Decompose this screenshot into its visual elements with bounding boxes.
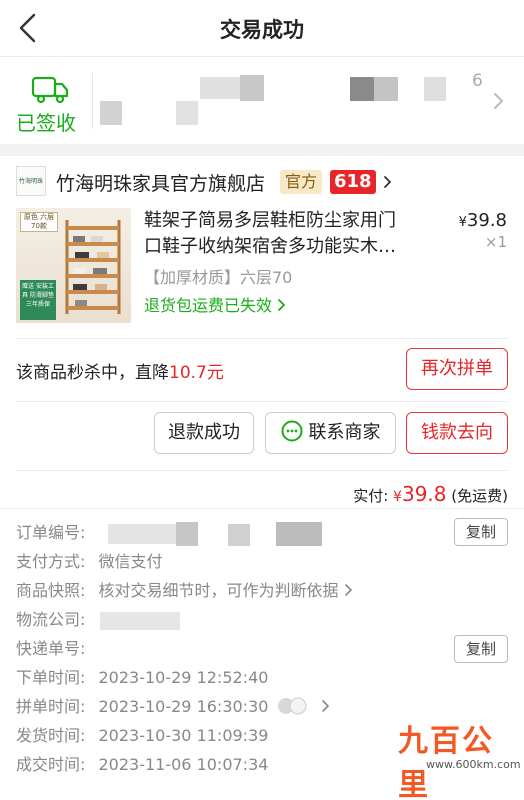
price-symbol: ¥ (458, 215, 467, 230)
tracking-digit: 6 (472, 71, 483, 91)
regroup-button[interactable]: 再次拼单 (406, 348, 508, 390)
group-time-row[interactable]: 拼单时间: 2023-10-29 16:30:30 (16, 695, 330, 719)
courier-label: 物流公司: (16, 610, 86, 629)
page-title: 交易成功 (220, 18, 304, 42)
shoe-rack-image (65, 220, 121, 314)
deal-time-row: 成交时间: 2023-11-06 10:07:34 (16, 753, 268, 777)
snapshot-value: 核对交易细节时，可作为判断依据 (98, 581, 339, 600)
snapshot-label: 商品快照: (16, 581, 86, 600)
ship-time-value: 2023-10-30 11:09:39 (98, 726, 269, 745)
paid-value: 39.8 (401, 482, 447, 506)
delivery-status: 已签收 (16, 111, 76, 135)
product-quantity: ×1 (484, 233, 507, 251)
redacted-block (424, 77, 446, 101)
deal-time-label: 成交时间: (16, 755, 86, 774)
redacted-block (374, 77, 398, 101)
chat-icon (281, 420, 302, 442)
copy-order-number-button[interactable]: 复制 (454, 518, 508, 546)
refund-success-button[interactable]: 退款成功 (154, 412, 254, 454)
redacted-order-number (276, 522, 322, 546)
flash-sale-amount: 10.7元 (169, 363, 224, 383)
divider (92, 73, 93, 129)
tracking-label: 快递单号: (16, 639, 86, 658)
price-value: 39.8 (466, 210, 507, 231)
redacted-courier (100, 612, 180, 630)
return-shipping-note[interactable]: 退货包运费已失效 (144, 292, 286, 316)
flash-sale-label: 该商品秒杀中，直降 (16, 363, 169, 383)
watermark-url: www.600km.com (426, 758, 521, 771)
thumb-gift-tag: 赠送 安装工具 防滑脚垫 三年质保 (20, 280, 56, 320)
product-price: ¥39.8 (459, 210, 507, 231)
group-time-value: 2023-10-29 16:30:30 (98, 697, 269, 716)
truck-icon (31, 76, 69, 104)
official-badge: 官方 (280, 170, 323, 194)
chevron-right-icon (344, 584, 352, 596)
chevron-right-icon (494, 93, 504, 109)
redacted-block (200, 77, 240, 99)
redacted-block (100, 101, 122, 125)
ship-time-label: 发货时间: (16, 726, 86, 745)
shop-header[interactable]: 竹海明珠 竹海明珠家具官方旗舰店 官方 618 (0, 164, 524, 200)
redacted-order-number (176, 522, 198, 546)
product-spec: 【加厚材质】六层70 (144, 268, 293, 287)
product-title-line1: 鞋架子简易多层鞋柜防尘家用门 (144, 210, 396, 231)
divider (0, 508, 524, 509)
shipping-note: (免运费) (451, 487, 508, 505)
group-time-label: 拼单时间: (16, 697, 86, 716)
chevron-right-icon (278, 299, 286, 311)
order-time-label: 下单时间: (16, 668, 86, 687)
redacted-order-number (228, 524, 250, 546)
chevron-right-icon (321, 700, 329, 712)
payment-method-row: 支付方式: 微信支付 (16, 550, 163, 574)
money-flow-button[interactable]: 钱款去向 (406, 412, 508, 454)
order-number-label: 订单编号: (16, 523, 86, 542)
thumb-tag: 原色 六层70款 (20, 212, 58, 232)
courier-row: 物流公司: (16, 608, 85, 632)
nav-bar: 交易成功 (0, 0, 524, 56)
promo-618-badge: 618 (330, 170, 376, 194)
order-card: 竹海明珠 竹海明珠家具官方旗舰店 官方 618 原色 六层70款 赠送 安装工具… (0, 156, 524, 800)
divider (16, 470, 508, 471)
paid-amount: 实付: ¥39.8 (免运费) (353, 482, 508, 506)
order-time-value: 2023-10-29 12:52:40 (98, 668, 269, 687)
divider (16, 338, 508, 339)
payment-method-label: 支付方式: (16, 552, 86, 571)
order-number-row: 订单编号: (16, 521, 85, 545)
tracking-row: 快递单号: (16, 637, 85, 661)
avatar-stack-icon (277, 697, 307, 715)
product-title-line2: 口鞋子收纳架宿舍多功能实木… (144, 236, 396, 257)
snapshot-row[interactable]: 商品快照: 核对交易细节时，可作为判断依据 (16, 579, 353, 603)
product-thumbnail[interactable]: 原色 六层70款 赠送 安装工具 防滑脚垫 三年质保 (16, 208, 131, 323)
paid-currency: ¥ (393, 489, 402, 505)
return-shipping-text: 退货包运费已失效 (144, 296, 273, 315)
paid-label: 实付: (353, 487, 389, 505)
redacted-block (240, 75, 264, 101)
order-time-row: 下单时间: 2023-10-29 12:52:40 (16, 666, 268, 690)
contact-seller-button[interactable]: 联系商家 (265, 412, 396, 454)
redacted-block (176, 101, 198, 125)
redacted-block (350, 77, 374, 101)
ship-time-row: 发货时间: 2023-10-30 11:09:39 (16, 724, 268, 748)
flash-sale-text: 该商品秒杀中，直降10.7元 (16, 358, 224, 383)
divider (16, 401, 508, 402)
deal-time-value: 2023-11-06 10:07:34 (98, 755, 269, 774)
copy-tracking-button[interactable]: 复制 (454, 635, 508, 663)
site-watermark: 九百公里 www.600km.com (388, 714, 521, 800)
product-title[interactable]: 鞋架子简易多层鞋柜防尘家用门 口鞋子收纳架宿舍多功能实木… (144, 208, 434, 260)
logistics-panel[interactable]: 已签收 6 (0, 56, 524, 144)
payment-method-value: 微信支付 (98, 552, 163, 571)
chevron-right-icon (384, 176, 392, 188)
shop-logo: 竹海明珠 (16, 166, 46, 196)
section-gap (0, 144, 524, 156)
contact-seller-label: 联系商家 (308, 422, 381, 443)
shop-name[interactable]: 竹海明珠家具官方旗舰店 (56, 169, 265, 196)
